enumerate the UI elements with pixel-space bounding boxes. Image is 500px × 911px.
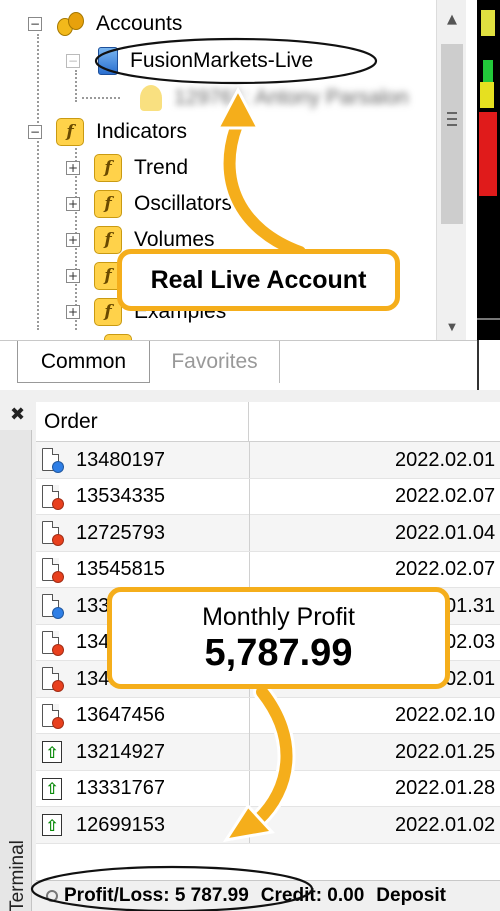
cell-time: 2022.02.01 xyxy=(249,442,500,478)
table-row[interactable]: 13647456 2022.02.10 xyxy=(36,697,500,734)
sell-order-icon xyxy=(42,667,64,692)
tree-label-account-entry: 129761: Antony Parsalon xyxy=(174,86,409,109)
server-icon xyxy=(98,47,118,75)
deposit-status: Deposit xyxy=(376,885,446,906)
tree-label-indicators: Indicators xyxy=(96,120,188,143)
terminal-status-bar: Profit/Loss: 5 787.99 Credit: 0.00 Depos… xyxy=(36,880,500,911)
cell-order: 13480197 xyxy=(76,448,165,471)
accounts-icon xyxy=(56,10,86,38)
grip-icon xyxy=(447,112,457,126)
callout-live-account-text: Real Live Account xyxy=(150,265,367,294)
table-row[interactable]: ⇧ 12699153 2022.01.02 xyxy=(36,807,500,844)
table-row[interactable]: ⇧ 13214927 2022.01.25 xyxy=(36,734,500,771)
tab-common[interactable]: Common xyxy=(17,341,150,383)
callout-monthly-profit-value: 5,787.99 xyxy=(204,632,353,674)
deposit-arrow-icon: ⇧ xyxy=(42,813,64,838)
table-row[interactable]: ⇧ 13331767 2022.01.28 xyxy=(36,770,500,807)
credit-status: Credit: 0.00 xyxy=(260,885,365,906)
cell-time: 2022.01.02 xyxy=(249,807,500,843)
deposit-arrow-icon: ⇧ xyxy=(42,740,64,765)
tree-label-accounts: Accounts xyxy=(96,12,183,35)
tree-node-server[interactable]: − FusionMarkets-Live xyxy=(66,43,313,79)
tree-node-account-entry[interactable]: 129761: Antony Parsalon xyxy=(140,80,409,116)
sell-order-icon xyxy=(42,703,64,729)
scrollbar-thumb[interactable] xyxy=(441,44,463,224)
tree-node-accounts[interactable]: − Accounts xyxy=(28,6,182,42)
cell-time: 2022.02.07 xyxy=(249,551,500,588)
tree-label-server: FusionMarkets-Live xyxy=(130,49,314,72)
table-row[interactable]: 13480197 2022.02.01 xyxy=(36,442,500,479)
navigator-panel: − Accounts − FusionMarkets-Live 129761: … xyxy=(0,0,477,390)
deposit-arrow-icon: ⇧ xyxy=(42,777,64,802)
callout-monthly-profit-title: Monthly Profit xyxy=(202,603,355,631)
cell-order: 13545815 xyxy=(76,558,165,580)
tree-label: Trend xyxy=(134,156,189,179)
cell-time: 2022.02.10 xyxy=(249,697,500,734)
chart-window-edge-bottom xyxy=(477,340,500,390)
tree-node-trend[interactable]: + f Trend xyxy=(66,150,188,186)
expand-icon[interactable]: + xyxy=(66,269,80,283)
table-row[interactable]: 13545815 2022.02.07 xyxy=(36,551,500,588)
sell-order-icon xyxy=(42,484,64,510)
callout-monthly-profit: Monthly Profit 5,787.99 xyxy=(107,587,450,689)
function-folder-icon: f xyxy=(94,154,122,182)
function-folder-icon: f xyxy=(56,118,84,146)
tree-guide-line xyxy=(82,97,120,99)
collapse-icon[interactable]: − xyxy=(28,125,42,139)
navigator-scrollbar[interactable]: ▲ ▼ xyxy=(436,0,466,340)
chart-bar xyxy=(479,112,497,196)
search-icon xyxy=(46,890,58,902)
tree-node-oscillators[interactable]: + f Oscillators xyxy=(66,186,232,222)
table-row[interactable]: 13534335 2022.02.07 xyxy=(36,478,500,515)
expand-icon[interactable]: + xyxy=(66,161,80,175)
callout-live-account: Real Live Account xyxy=(117,249,400,311)
cell-order: 13214927 xyxy=(76,740,165,763)
tab-favorites[interactable]: Favorites xyxy=(150,341,280,383)
collapse-icon[interactable]: − xyxy=(66,54,80,68)
cell-time: 2022.02.07 xyxy=(249,478,500,515)
cell-order: 13534335 xyxy=(76,485,165,507)
tree-label: Oscillators xyxy=(134,192,233,215)
scroll-down-icon[interactable]: ▼ xyxy=(437,312,467,342)
user-icon xyxy=(140,85,162,111)
tree-guide-line xyxy=(37,34,39,330)
navigator-tabs: Common Favorites xyxy=(0,340,477,390)
tree-node-partial[interactable]: f xyxy=(104,330,132,340)
cell-order: 12699153 xyxy=(76,813,165,836)
cell-time: 2022.01.28 xyxy=(249,770,500,807)
chart-bar xyxy=(481,10,495,36)
table-row[interactable]: 12725793 2022.01.04 xyxy=(36,515,500,552)
profit-loss-status: Profit/Loss: 5 787.99 xyxy=(64,885,249,906)
chart-window-edge[interactable] xyxy=(477,0,500,340)
sell-order-icon xyxy=(42,630,64,656)
scroll-up-icon[interactable]: ▲ xyxy=(437,4,467,34)
chart-line xyxy=(477,318,500,320)
chart-bar xyxy=(480,82,494,108)
close-icon[interactable]: ✖ xyxy=(10,404,25,425)
expand-icon[interactable]: + xyxy=(66,233,80,247)
buy-order-icon xyxy=(42,594,64,619)
terminal-side-label: Terminal xyxy=(7,840,28,911)
column-header-order[interactable]: Order xyxy=(36,402,249,442)
terminal-side-bar: Terminal xyxy=(0,430,32,911)
cell-time: 2022.01.04 xyxy=(249,515,500,551)
cell-order: 12725793 xyxy=(76,521,165,544)
sell-order-icon xyxy=(42,557,64,583)
tree-node-indicators[interactable]: − f Indicators xyxy=(28,114,187,150)
sell-order-icon xyxy=(42,521,64,546)
cell-order: 13331767 xyxy=(76,777,165,799)
cell-time: 2022.01.25 xyxy=(249,734,500,770)
buy-order-icon xyxy=(42,448,64,473)
collapse-icon[interactable]: − xyxy=(28,17,42,31)
expand-icon[interactable]: + xyxy=(66,305,80,319)
cell-order: 13647456 xyxy=(76,704,165,726)
function-folder-icon: f xyxy=(94,190,122,218)
expand-icon[interactable]: + xyxy=(66,197,80,211)
table-header: Order xyxy=(36,402,500,442)
function-folder-icon: f xyxy=(94,226,122,254)
